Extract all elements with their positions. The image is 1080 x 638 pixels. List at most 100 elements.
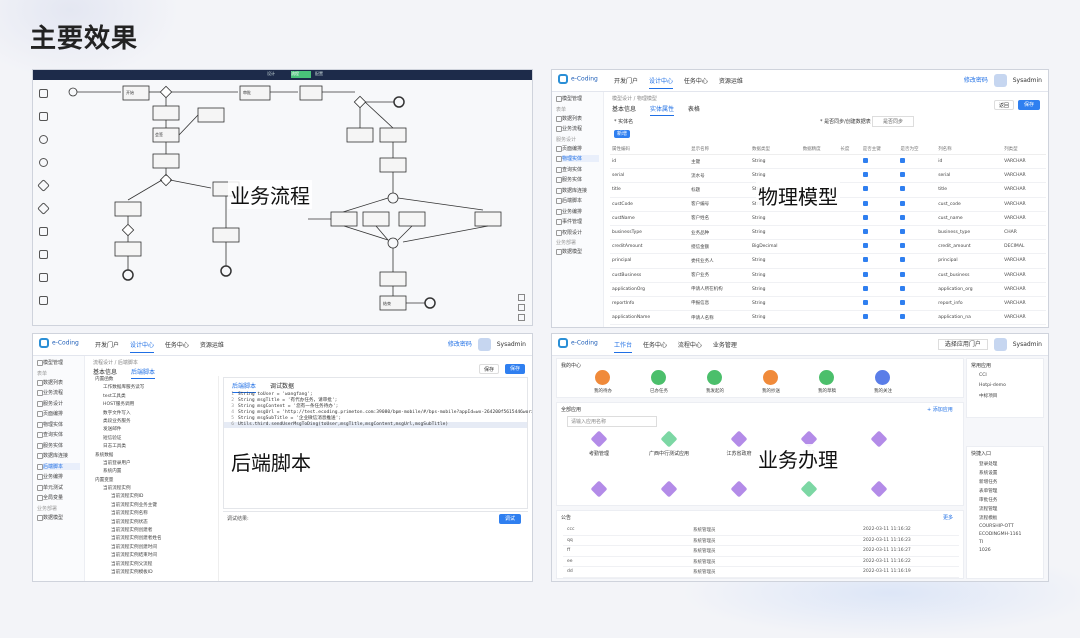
table-row[interactable]: applicationName 申请人名称 String application_na…: [610, 310, 1046, 326]
sidebar-item[interactable]: 数据列表: [556, 115, 599, 122]
change-password-link[interactable]: 修改密码: [964, 77, 988, 84]
tree-node[interactable]: 当前流程实例创建者: [91, 527, 218, 533]
checkbox-icon[interactable]: [862, 229, 868, 235]
avatar[interactable]: [993, 338, 1007, 351]
app-icon[interactable]: [730, 430, 748, 448]
app-icon[interactable]: [870, 430, 888, 448]
shortcut-item[interactable]: 系统设置: [979, 470, 1021, 476]
app-icon[interactable]: [870, 480, 888, 498]
nav-resource-ops[interactable]: 资源运维: [200, 342, 224, 349]
shortcut-item[interactable]: COURSHIP-OTT: [979, 524, 1021, 529]
sidebar-item[interactable]: 查询实体: [556, 166, 599, 173]
frequent-app-item[interactable]: CCI: [979, 373, 1006, 378]
code-lines[interactable]: 1 String toUser = 'wangfang'; 2 String msgT…: [224, 392, 532, 428]
nav-workbench[interactable]: 工作台: [614, 342, 633, 353]
app-label[interactable]: 考勤管理: [574, 450, 624, 457]
app-icon[interactable]: [730, 480, 748, 498]
announcement-row[interactable]: ccc 系统管理员 2022-03-11 11:16:32: [563, 525, 959, 536]
checkbox-icon[interactable]: [862, 172, 868, 178]
zoom-out-icon[interactable]: [518, 304, 525, 311]
data-icon[interactable]: [39, 273, 48, 282]
nav-task-center[interactable]: 任务中心: [643, 342, 667, 349]
checkbox-icon[interactable]: [900, 158, 906, 164]
sidebar-item[interactable]: 业务编排: [556, 208, 599, 215]
tree-node[interactable]: 短信验证: [91, 435, 218, 441]
announcement-row[interactable]: ff 系统管理员 2022-03-11 11:16:27: [563, 546, 959, 557]
tab-design[interactable]: 设计: [267, 71, 287, 78]
sidebar-item-backend-script[interactable]: 后端脚本: [37, 462, 80, 470]
sidebar-item[interactable]: 单元测试: [37, 484, 80, 491]
subprocess-icon[interactable]: [39, 250, 48, 259]
table-row[interactable]: principal 委托业务人 String principal VARCHAR: [610, 253, 1046, 269]
lasso-tool-icon[interactable]: [39, 112, 48, 121]
gateway-icon[interactable]: [37, 179, 50, 192]
shortcut-item[interactable]: 流程管理: [979, 506, 1021, 512]
version-button[interactable]: 保存: [479, 364, 499, 374]
add-button[interactable]: 新增: [614, 130, 630, 138]
checkbox-icon[interactable]: [900, 172, 906, 178]
portal-select[interactable]: 选择应用门户: [937, 339, 988, 350]
sidebar-item[interactable]: 数据模型: [556, 248, 599, 255]
tree-node[interactable]: 发送邮件: [91, 426, 218, 432]
tree-node[interactable]: 当前流程实例结束时间: [91, 552, 218, 558]
tree-node[interactable]: 当前流程实例: [91, 485, 218, 491]
tree-node[interactable]: 数字文件写入: [91, 410, 218, 416]
pool-icon[interactable]: [39, 296, 48, 305]
sidebar-item[interactable]: 查询实体: [37, 431, 80, 438]
shortcut-item[interactable]: 审批任务: [979, 497, 1021, 503]
quick-entry-icon[interactable]: [651, 370, 666, 385]
quick-entry-icon[interactable]: [707, 370, 722, 385]
sidebar-item[interactable]: 权限设计: [556, 229, 599, 236]
tree-node[interactable]: 系统数据: [91, 452, 218, 458]
tree-node[interactable]: 当前流程实例父流程: [91, 561, 218, 567]
nav-design-center[interactable]: 设计中心: [129, 342, 154, 353]
tree-node[interactable]: 当前登录用户: [91, 460, 218, 466]
checkbox-icon[interactable]: [900, 257, 906, 263]
checkbox-icon[interactable]: [862, 314, 868, 320]
checkbox-icon[interactable]: [862, 299, 868, 305]
checkbox-icon[interactable]: [862, 186, 868, 192]
start-event-icon[interactable]: [39, 135, 48, 144]
app-icon[interactable]: [590, 480, 608, 498]
save-button[interactable]: 保存: [1018, 100, 1040, 110]
table-row[interactable]: businessType 业务品种 String business_type CHAR: [610, 225, 1046, 241]
tab-table[interactable]: 表格: [688, 106, 700, 113]
tree-node[interactable]: 内置函数: [91, 376, 218, 382]
table-row[interactable]: reportInfo 申报信息 String report_info VARCHAR: [610, 296, 1046, 312]
table-row[interactable]: custBusiness 客户业务 String cust_business VARCH…: [610, 268, 1046, 283]
nav-task-center[interactable]: 任务中心: [684, 78, 708, 85]
tab-basic-info[interactable]: 基本信息: [612, 106, 636, 113]
tree-node[interactable]: 类段业务服务: [91, 418, 218, 424]
tab-debug-data[interactable]: 调试数据: [270, 383, 294, 390]
save-button[interactable]: 保存: [505, 364, 525, 374]
quick-entry-icon[interactable]: [875, 370, 890, 385]
announcement-row[interactable]: dd 系统管理员 2022-03-11 11:16:19: [563, 567, 959, 578]
shortcut-item[interactable]: 流程模板: [979, 515, 1021, 521]
app-search-input[interactable]: 请输入应用名称: [567, 416, 657, 427]
tree-node[interactable]: 当前流程实例创建时间: [91, 544, 218, 550]
sidebar-item[interactable]: 页面编排: [556, 145, 599, 152]
nav-dev-portal[interactable]: 开发门户: [614, 78, 638, 85]
tree-node[interactable]: 工作数据库服务读写: [91, 384, 218, 390]
checkbox-icon[interactable]: [862, 200, 868, 206]
sidebar-item[interactable]: 页面编排: [37, 410, 80, 417]
checkbox-icon[interactable]: [900, 271, 906, 277]
tab-entity-props[interactable]: 实体属性: [649, 106, 674, 116]
nav-resource-ops[interactable]: 资源运维: [719, 78, 743, 85]
sidebar-item[interactable]: 后端脚本: [556, 197, 599, 204]
sidebar-item[interactable]: 业务编排: [37, 473, 80, 480]
checkbox-icon[interactable]: [900, 200, 906, 206]
nav-business-mgmt[interactable]: 业务管理: [713, 342, 737, 349]
shortcut-item[interactable]: 1026: [979, 548, 1021, 553]
table-row[interactable]: applicationOrg 申请人所在机构 String application_o…: [610, 282, 1046, 297]
sidebar-item[interactable]: 事件管理: [556, 218, 599, 225]
tree-node[interactable]: 当前流程实例ID: [91, 493, 218, 499]
announcement-row[interactable]: ee 系统管理员 2022-03-11 11:16:22: [563, 557, 959, 567]
checkbox-icon[interactable]: [900, 186, 906, 192]
announcement-row[interactable]: qq 系统管理员 2022-03-11 11:16:23: [563, 536, 959, 546]
sidebar-item[interactable]: 全局变量: [37, 494, 80, 501]
tree-node[interactable]: 当前流程实例业务主键: [91, 502, 218, 508]
table-row[interactable]: custName 客户姓名 String cust_name VARCHAR: [610, 211, 1046, 226]
checkbox-icon[interactable]: [900, 214, 906, 220]
sync-select[interactable]: 是否同步: [872, 116, 915, 127]
